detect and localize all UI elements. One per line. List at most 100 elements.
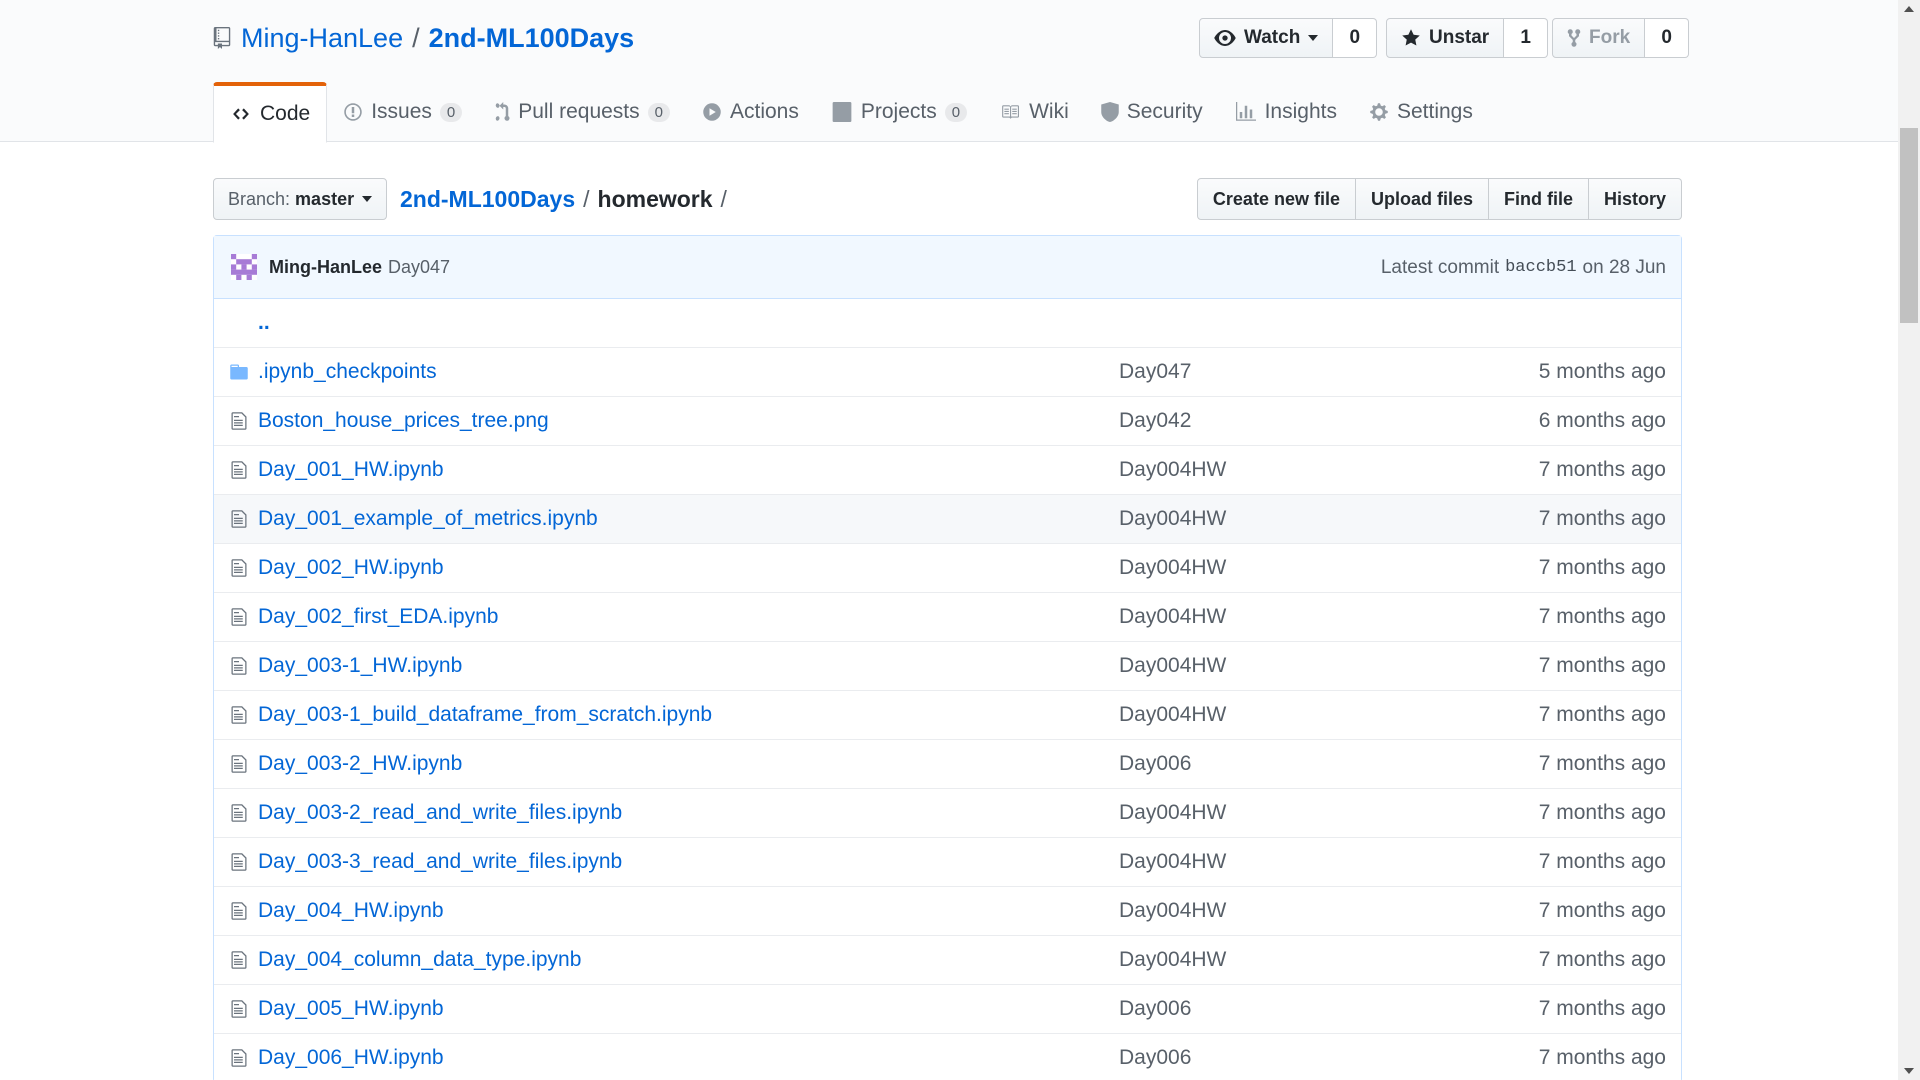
repo-owner-link[interactable]: Ming-HanLee [241, 23, 403, 54]
tab-settings[interactable]: Settings [1353, 82, 1489, 142]
file-icon [231, 510, 247, 528]
file-commit-message-link[interactable]: Day004HW [1119, 801, 1226, 825]
scrollbar-thumb[interactable] [1900, 128, 1918, 323]
project-icon [832, 102, 852, 122]
branch-select-button[interactable]: Branch: master [213, 178, 388, 220]
chevron-down-icon [1308, 35, 1319, 41]
file-age: 7 months ago [1538, 801, 1666, 824]
file-commit-message-link[interactable]: Day004HW [1119, 605, 1226, 629]
file-name-link[interactable]: Day_003-1_HW.ipynb [258, 654, 462, 678]
tab-insights[interactable]: Insights [1219, 82, 1353, 142]
file-name-link[interactable]: .ipynb_checkpoints [258, 360, 437, 384]
history-button[interactable]: History [1588, 178, 1682, 220]
file-row: .ipynb_checkpoints Day047 5 months ago [214, 347, 1681, 396]
tab-projects[interactable]: Projects 0 [815, 82, 983, 142]
folder-icon [230, 364, 248, 380]
file-icon [231, 951, 247, 969]
file-actions-group: Create new file Upload files Find file H… [1196, 178, 1682, 220]
file-commit-message-link[interactable]: Day047 [1119, 360, 1191, 384]
file-icon [231, 412, 247, 430]
file-name-link[interactable]: Day_005_HW.ipynb [258, 997, 444, 1021]
tab-code-label: Code [260, 102, 311, 125]
parent-directory-link[interactable]: .. [258, 311, 270, 335]
repo-title-separator: / [412, 22, 420, 53]
book-icon [1002, 105, 1020, 119]
file-name-link[interactable]: Day_003-3_read_and_write_files.ipynb [258, 850, 622, 874]
latest-commit-bar: Ming-HanLee Day047 Latest commit baccb51… [214, 236, 1681, 299]
watch-count[interactable]: 0 [1333, 18, 1378, 58]
vertical-scrollbar[interactable] [1898, 0, 1920, 1080]
file-commit-message-link[interactable]: Day006 [1119, 1046, 1191, 1070]
file-name-link[interactable]: Day_004_HW.ipynb [258, 899, 444, 923]
tab-issues[interactable]: Issues 0 [327, 82, 478, 142]
star-count[interactable]: 1 [1504, 18, 1549, 58]
file-name-link[interactable]: Day_003-1_build_dataframe_from_scratch.i… [258, 703, 712, 727]
file-row: Day_002_HW.ipynb Day004HW 7 months ago [214, 543, 1681, 592]
create-new-file-button[interactable]: Create new file [1196, 178, 1356, 220]
star-icon [1402, 29, 1420, 46]
scroll-down-arrow-icon[interactable] [1904, 1068, 1914, 1074]
file-name-link[interactable]: Day_004_column_data_type.ipynb [258, 948, 581, 972]
breadcrumb: 2nd-ML100Days / homework / [400, 182, 735, 216]
breadcrumb-root-link[interactable]: 2nd-ML100Days [400, 186, 575, 213]
file-icon [231, 804, 247, 822]
avatar[interactable] [231, 254, 257, 280]
tab-pull-requests-label: Pull requests [518, 100, 640, 123]
find-file-button[interactable]: Find file [1488, 178, 1589, 220]
tab-security-label: Security [1126, 100, 1203, 123]
fork-count[interactable]: 0 [1645, 18, 1690, 58]
file-name-link[interactable]: Day_001_HW.ipynb [258, 458, 444, 482]
scroll-up-arrow-icon[interactable] [1904, 6, 1914, 12]
file-name-link[interactable]: Day_006_HW.ipynb [258, 1046, 444, 1070]
eye-icon [1214, 30, 1236, 46]
file-row: Day_001_HW.ipynb Day004HW 7 months ago [214, 445, 1681, 494]
file-commit-message-link[interactable]: Day004HW [1119, 850, 1226, 874]
branch-prefix: Branch: [228, 188, 291, 209]
file-name-link[interactable]: Day_001_example_of_metrics.ipynb [258, 507, 598, 531]
tab-wiki[interactable]: Wiki [983, 82, 1085, 142]
unstar-label: Unstar [1429, 27, 1490, 48]
gear-icon [1370, 103, 1388, 121]
pull-request-icon [496, 102, 510, 121]
file-commit-message-link[interactable]: Day004HW [1119, 899, 1226, 923]
file-name-link[interactable]: Day_003-2_read_and_write_files.ipynb [258, 801, 622, 825]
tab-security[interactable]: Security [1085, 82, 1219, 142]
tab-pull-requests[interactable]: Pull requests 0 [478, 82, 686, 142]
tab-code[interactable]: Code [213, 82, 328, 143]
file-row: Day_002_first_EDA.ipynb Day004HW 7 months … [214, 592, 1681, 641]
shield-icon [1100, 102, 1119, 122]
file-icon [231, 902, 247, 920]
file-commit-message-link[interactable]: Day004HW [1119, 458, 1226, 482]
commit-author-link[interactable]: Ming-HanLee [269, 257, 382, 278]
file-commit-message-link[interactable]: Day042 [1119, 409, 1191, 433]
file-commit-message-link[interactable]: Day006 [1119, 752, 1191, 776]
repo-name-link[interactable]: 2nd-ML100Days [429, 23, 635, 54]
file-commit-message-link[interactable]: Day004HW [1119, 507, 1226, 531]
commit-date: on 28 Jun [1582, 256, 1666, 278]
file-age: 6 months ago [1538, 409, 1666, 432]
file-commit-message-link[interactable]: Day004HW [1119, 948, 1226, 972]
unstar-button[interactable]: Unstar [1386, 18, 1505, 58]
watch-button[interactable]: Watch [1199, 18, 1334, 58]
upload-files-button[interactable]: Upload files [1355, 178, 1489, 220]
file-name-link[interactable]: Boston_house_prices_tree.png [258, 409, 549, 433]
file-commit-message-link[interactable]: Day006 [1119, 997, 1191, 1021]
file-commit-message-link[interactable]: Day004HW [1119, 556, 1226, 580]
file-name-link[interactable]: Day_002_first_EDA.ipynb [258, 605, 498, 629]
tab-actions[interactable]: Actions [686, 82, 815, 142]
commit-sha-link[interactable]: baccb51 [1505, 258, 1576, 277]
issues-counter: 0 [439, 102, 463, 122]
file-commit-message-link[interactable]: Day004HW [1119, 703, 1226, 727]
tab-projects-label: Projects [860, 100, 937, 123]
file-name-link[interactable]: Day_003-2_HW.ipynb [258, 752, 462, 776]
file-icon [231, 706, 247, 724]
file-navigation: Branch: master 2nd-ML100Days / homework … [213, 178, 1682, 220]
fork-button[interactable]: Fork [1552, 18, 1646, 58]
file-age: 7 months ago [1538, 507, 1666, 530]
file-age: 7 months ago [1538, 1046, 1666, 1069]
file-name-link[interactable]: Day_002_HW.ipynb [258, 556, 444, 580]
commit-message-link[interactable]: Day047 [388, 257, 450, 278]
file-row: Day_003-1_HW.ipynb Day004HW 7 months ago [214, 641, 1681, 690]
file-icon [231, 461, 247, 479]
file-commit-message-link[interactable]: Day004HW [1119, 654, 1226, 678]
